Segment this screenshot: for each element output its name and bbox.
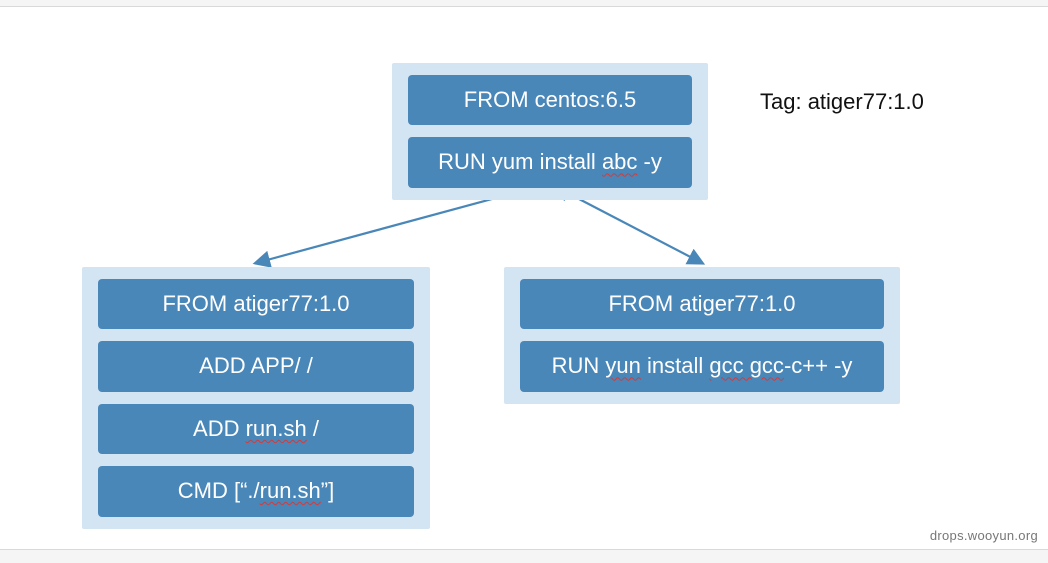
- line-text: FROM atiger77:1.0: [608, 291, 795, 316]
- tag-label: Tag: atiger77:1.0: [760, 89, 924, 115]
- line-text-pre: RUN yum install: [438, 149, 602, 174]
- squiggly-text: gcc gcc: [709, 353, 784, 378]
- dockerfile-line: ADD APP/ /: [98, 341, 414, 391]
- line-text-pre: RUN: [552, 353, 606, 378]
- diagram-canvas: Tag: atiger77:1.0 FROM centos:6.5 RUN yu…: [0, 6, 1048, 550]
- line-text: ADD APP/ /: [199, 353, 313, 378]
- dockerfile-panel-right: FROM atiger77:1.0 RUN yun install gcc gc…: [504, 267, 900, 404]
- dockerfile-panel-left: FROM atiger77:1.0 ADD APP/ / ADD run.sh …: [82, 267, 430, 529]
- line-text: FROM centos:6.5: [464, 87, 636, 112]
- line-text-post: /: [307, 416, 319, 441]
- squiggly-text: run.sh: [260, 478, 321, 503]
- line-text-post: -y: [637, 149, 661, 174]
- dockerfile-line: FROM atiger77:1.0: [98, 279, 414, 329]
- dockerfile-panel-top: FROM centos:6.5 RUN yum install abc -y: [392, 63, 708, 200]
- dockerfile-line: RUN yum install abc -y: [408, 137, 692, 187]
- dockerfile-line: CMD [“./run.sh”]: [98, 466, 414, 516]
- line-text: FROM atiger77:1.0: [162, 291, 349, 316]
- squiggly-text: abc: [602, 149, 637, 174]
- line-text-mid: install: [641, 353, 709, 378]
- dockerfile-line: RUN yun install gcc gcc-c++ -y: [520, 341, 884, 391]
- squiggly-text: run.sh: [246, 416, 307, 441]
- line-text-pre: CMD [“./: [178, 478, 260, 503]
- line-text-pre: ADD: [193, 416, 246, 441]
- line-text-post: -c++ -y: [784, 353, 852, 378]
- watermark: drops.wooyun.org: [930, 528, 1038, 543]
- dockerfile-line: FROM centos:6.5: [408, 75, 692, 125]
- dockerfile-line: FROM atiger77:1.0: [520, 279, 884, 329]
- dockerfile-line: ADD run.sh /: [98, 404, 414, 454]
- squiggly-text: yun: [605, 353, 640, 378]
- line-text-post: ”]: [321, 478, 334, 503]
